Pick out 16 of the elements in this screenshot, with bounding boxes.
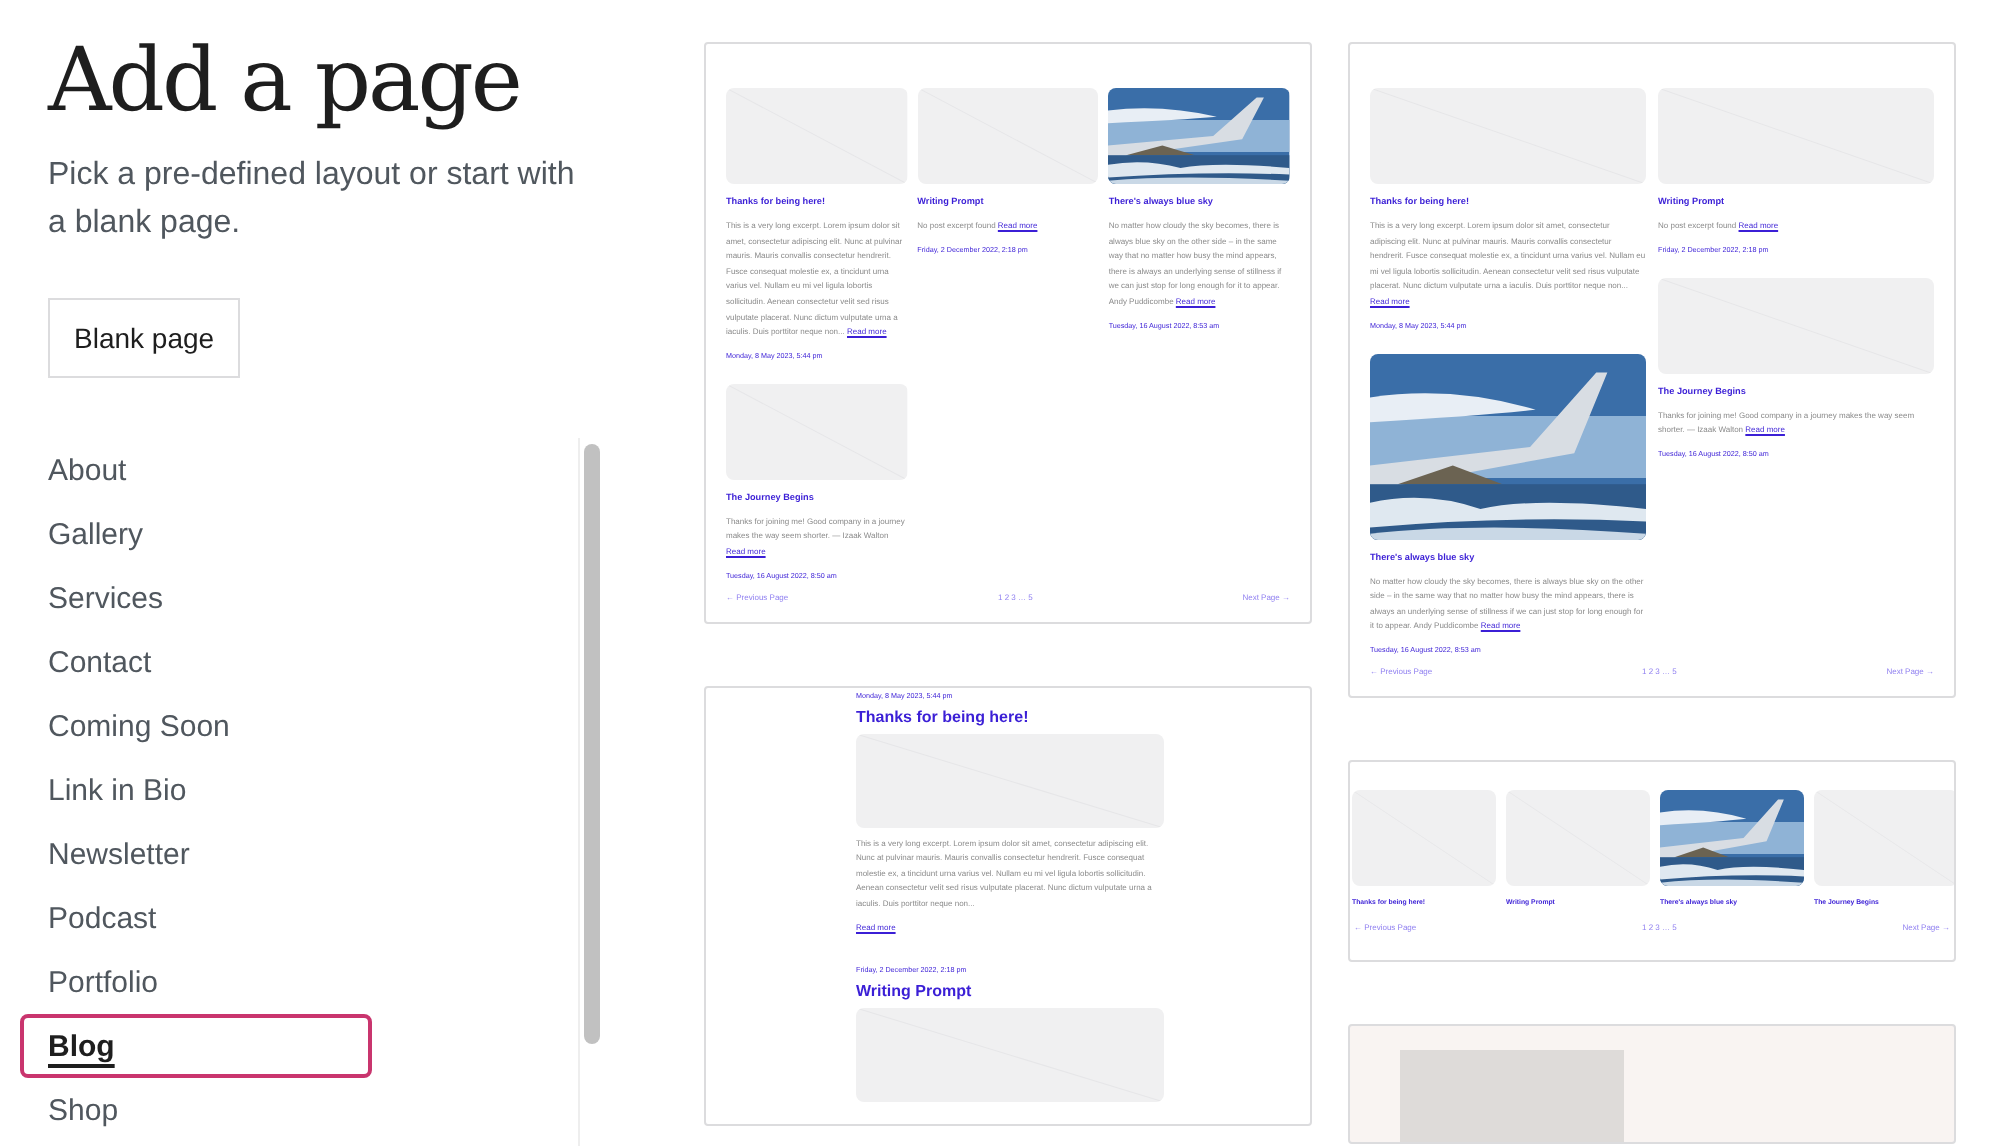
category-item[interactable]: Coming Soon — [20, 694, 372, 758]
category-item[interactable]: Gallery — [20, 502, 372, 566]
category-item[interactable]: Shop — [20, 1078, 372, 1142]
category-item[interactable]: Blog — [20, 1014, 372, 1078]
category-item[interactable]: Portfolio — [20, 950, 372, 1014]
category-item[interactable]: Contact — [20, 630, 372, 694]
category-item[interactable]: Services — [20, 566, 372, 630]
page-title: Add a page — [48, 28, 522, 136]
post-title: Thanks for being here! — [856, 707, 1031, 726]
page-subtitle: Pick a pre-defined layout or start with a blank page. — [48, 156, 577, 244]
category-item[interactable]: Link in Bio — [20, 758, 372, 822]
category-item[interactable]: About — [20, 438, 372, 502]
blank-page-button[interactable]: Blank page — [48, 298, 241, 378]
category-item[interactable]: Podcast — [20, 886, 372, 950]
category-item[interactable]: Newsletter — [20, 822, 372, 886]
post-title: Writing Prompt — [856, 982, 974, 1001]
